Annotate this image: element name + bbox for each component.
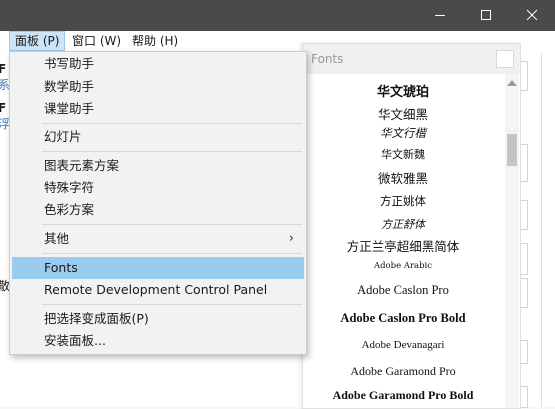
font-item[interactable]: Adobe Garamond Pro Bold (303, 388, 503, 403)
menu-separator (42, 224, 302, 225)
fonts-panel-header: Fonts (303, 44, 520, 74)
window-titlebar (0, 0, 555, 31)
maximize-button[interactable] (463, 0, 509, 31)
menu-window[interactable]: 窗口 (W) (66, 31, 127, 51)
menu-item-make-selection-panel[interactable]: 把选择变成面板(P) (12, 308, 304, 330)
fonts-panel-close-button[interactable] (496, 50, 514, 68)
menu-item-install-panel[interactable]: 安装面板... (12, 330, 304, 352)
font-item[interactable]: Adobe Devanagari (303, 339, 503, 351)
font-item[interactable]: 方正兰亭超细黑简体 (303, 236, 503, 255)
side-text-fragment: F (0, 62, 7, 76)
menu-item-other[interactable]: 其他 › (12, 228, 304, 250)
font-item[interactable]: Adobe Arabic (303, 261, 503, 271)
font-list: 华文琥珀 华文细黑 华文行楷 华文新魏 微软雅黑 方正姚体 方正舒体 方正兰亭超… (303, 74, 503, 408)
font-item[interactable]: Adobe Caslon Pro Bold (303, 311, 503, 326)
font-item[interactable]: Adobe Caslon Pro (303, 283, 503, 298)
fonts-panel-title: Fonts (311, 52, 344, 66)
menu-item-math-assistant[interactable]: 数学助手 (12, 76, 304, 98)
menu-separator (42, 304, 302, 305)
maximize-icon (481, 10, 491, 20)
menu-item-chart-element-scheme[interactable]: 图表元素方案 (12, 155, 304, 177)
font-list-scrollbar[interactable] (505, 74, 519, 408)
menu-item-remote-development-control-panel[interactable]: Remote Development Control Panel (12, 279, 304, 301)
chevron-right-icon: › (288, 231, 294, 246)
menu-item-classroom-assistant[interactable]: 课堂助手 (12, 98, 304, 120)
menu-separator (42, 123, 302, 124)
menu-item-fonts[interactable]: Fonts (12, 257, 304, 279)
menu-panel[interactable]: 面板 (P) (9, 31, 66, 51)
side-text-fragment: F (0, 101, 7, 115)
font-item[interactable]: 方正姚体 (303, 193, 503, 209)
right-scroll-area (541, 54, 555, 407)
minimize-button[interactable] (417, 0, 463, 31)
font-item[interactable]: 微软雅黑 (303, 168, 503, 187)
fonts-panel: Fonts 华文琥珀 华文细黑 华文行楷 华文新魏 微软雅黑 方正姚体 方正舒体… (302, 43, 521, 409)
menu-help[interactable]: 帮助 (H) (126, 31, 184, 51)
font-item[interactable]: 华文行楷 (303, 125, 503, 141)
close-button[interactable] (509, 0, 555, 31)
font-item[interactable]: 华文新魏 (303, 146, 503, 162)
font-item[interactable]: 华文细黑 (303, 104, 503, 123)
close-icon (526, 9, 538, 21)
menu-separator (42, 151, 302, 152)
minimize-icon (435, 15, 445, 16)
font-item[interactable]: Adobe Garamond Pro (303, 364, 503, 379)
menu-item-slideshow[interactable]: 幻灯片 (12, 126, 304, 148)
font-item[interactable]: 华文琥珀 (303, 81, 503, 100)
panel-dropdown-menu: 书写助手 数学助手 课堂助手 幻灯片 图表元素方案 特殊字符 色彩方案 其他 ›… (9, 51, 307, 355)
font-item[interactable]: 方正舒体 (303, 216, 503, 232)
scrollbar-thumb[interactable] (507, 134, 517, 166)
scroll-up-icon[interactable] (507, 80, 517, 86)
menu-item-special-characters[interactable]: 特殊字符 (12, 177, 304, 199)
menu-separator (42, 253, 302, 254)
menu-item-color-scheme[interactable]: 色彩方案 (12, 199, 304, 221)
menu-item-label: 其他 (44, 231, 70, 246)
menu-item-writing-assistant[interactable]: 书写助手 (12, 53, 304, 75)
